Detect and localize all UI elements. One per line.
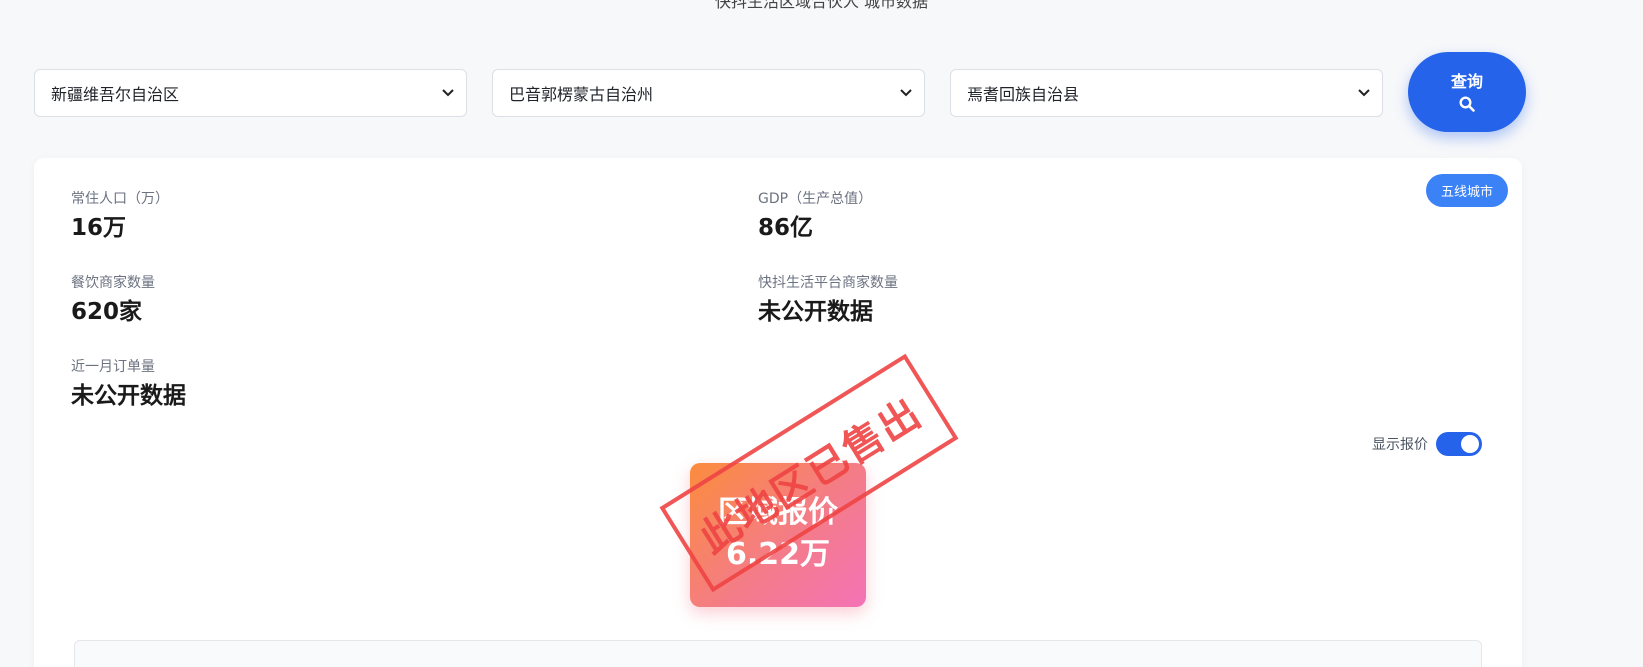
city-tier-badge: 五线城市	[1425, 174, 1508, 207]
province-select-value: 新疆维吾尔自治区	[51, 85, 180, 104]
stat-value: 未公开数据	[758, 299, 873, 325]
stat-label: 快抖生活平台商家数量	[758, 275, 898, 291]
region-filters: 新疆维吾尔自治区 巴音郭楞蒙古自治州 焉耆回族自治县 查询	[34, 52, 1526, 132]
search-icon	[1459, 96, 1475, 112]
show-price-toggle-row: 显示报价	[1372, 432, 1482, 456]
stat-gdp: GDP（生产总值） 86亿	[758, 190, 872, 242]
province-select[interactable]: 新疆维吾尔自治区	[34, 69, 467, 117]
toggle-knob	[1461, 435, 1479, 453]
chevron-down-icon	[900, 86, 912, 100]
stat-value: 620家	[71, 299, 143, 325]
prefecture-select-value: 巴音郭楞蒙古自治州	[509, 85, 654, 104]
stat-value: 86亿	[758, 215, 814, 241]
stat-label: GDP（生产总值）	[758, 191, 873, 207]
stat-population: 常住人口（万） 16万	[71, 190, 169, 242]
stat-restaurants: 餐饮商家数量 620家	[71, 274, 155, 326]
stat-monthly-orders: 近一月订单量 未公开数据	[71, 358, 186, 410]
stat-label: 餐饮商家数量	[71, 275, 155, 291]
query-button[interactable]: 查询	[1408, 52, 1526, 132]
chevron-down-icon	[442, 86, 454, 100]
county-select-value: 焉耆回族自治县	[967, 85, 1080, 104]
county-select[interactable]: 焉耆回族自治县	[950, 69, 1383, 117]
stat-label: 近一月订单量	[71, 359, 155, 375]
stat-platform-merchants: 快抖生活平台商家数量 未公开数据	[758, 274, 898, 326]
region-data-card: 五线城市 常住人口（万） 16万 GDP（生产总值） 86亿 餐饮商家数量 62…	[34, 158, 1522, 667]
chevron-down-icon	[1358, 86, 1370, 100]
show-price-toggle[interactable]	[1436, 432, 1482, 456]
prefecture-select[interactable]: 巴音郭楞蒙古自治州	[492, 69, 925, 117]
stat-value: 未公开数据	[71, 383, 186, 409]
stat-value: 16万	[71, 215, 127, 241]
query-button-label: 查询	[1450, 72, 1483, 91]
show-price-label: 显示报价	[1372, 437, 1428, 453]
detail-panel	[74, 640, 1482, 667]
stat-label: 常住人口（万）	[71, 191, 169, 207]
page-title: 快抖生活区域合伙人 城市数据	[714, 0, 929, 11]
